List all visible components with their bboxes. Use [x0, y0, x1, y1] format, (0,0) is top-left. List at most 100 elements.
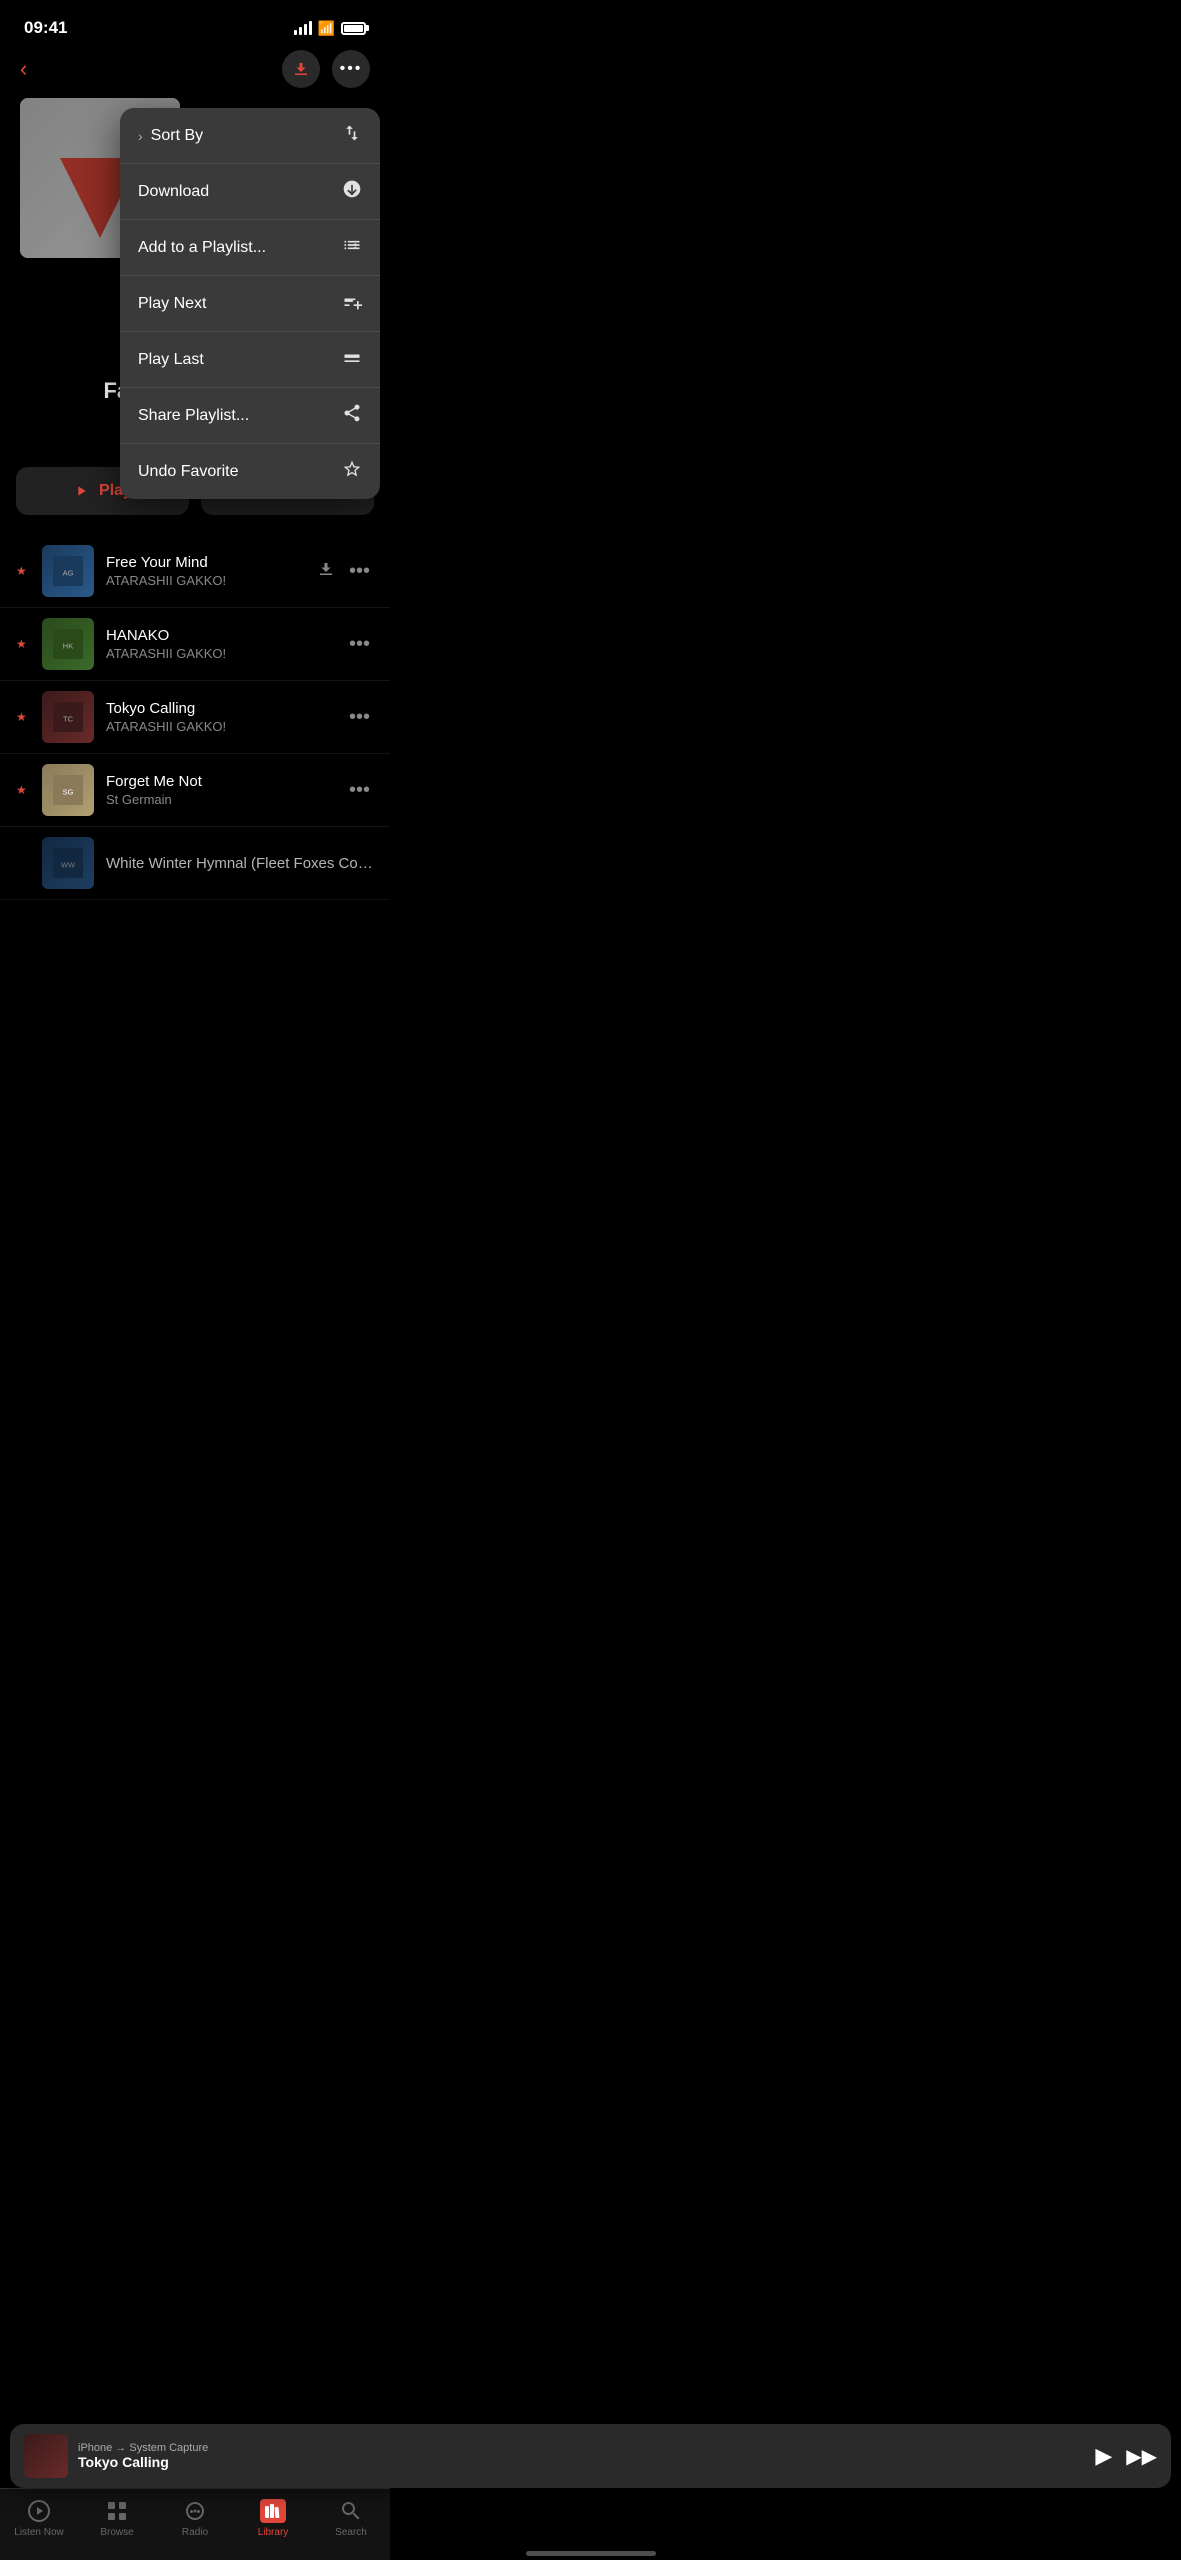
song-thumbnail: AG [42, 545, 94, 597]
song-artist: ATARASHII GAKKO! [106, 573, 305, 588]
song-thumbnail: TC [42, 691, 94, 743]
play-last-icon [342, 347, 362, 372]
song-actions: ••• [317, 556, 374, 587]
share-icon [342, 403, 362, 428]
menu-item-sort-by[interactable]: › Sort By [120, 108, 380, 164]
list-item[interactable]: ★ SG Forget Me Not St Germain ••• [0, 754, 390, 827]
main-content: › Sort By Download Add to a Playlist... [0, 98, 390, 358]
song-artist: St Germain [106, 792, 333, 807]
sort-by-label: › Sort By [138, 127, 203, 145]
menu-item-undo-favorite[interactable]: Undo Favorite [120, 444, 380, 499]
svg-text:HK: HK [63, 642, 73, 651]
menu-item-add-playlist[interactable]: Add to a Playlist... [120, 220, 380, 276]
song-title: Forget Me Not [106, 773, 333, 790]
list-item[interactable]: ★ TC Tokyo Calling ATARASHII GAKKO! ••• [0, 681, 390, 754]
song-actions: ••• [345, 775, 374, 806]
now-playing-thumbnail [24, 2434, 68, 2478]
now-playing-info: iPhone → System Capture Tokyo Calling [78, 2442, 1085, 2470]
download-label: Download [138, 183, 209, 201]
svg-text:AG: AG [63, 569, 74, 578]
download-icon [292, 60, 310, 78]
now-playing-forward-button[interactable]: ▶▶ [1126, 2444, 1157, 2469]
status-icons: 📶 [294, 20, 366, 37]
song-actions: ••• [345, 702, 374, 733]
nav-actions: ••• [282, 50, 370, 88]
svg-text:SG: SG [63, 788, 74, 797]
chevron-right-icon: › [138, 128, 143, 144]
menu-item-play-last[interactable]: Play Last [120, 332, 380, 388]
status-time: 09:41 [24, 18, 67, 38]
favorite-star-icon: ★ [16, 564, 30, 578]
tab-library[interactable]: Library [234, 2499, 312, 2538]
song-artist: ATARASHII GAKKO! [106, 646, 333, 661]
list-item[interactable]: ★ AG Free Your Mind ATARASHII GAKKO! ••• [0, 535, 390, 608]
svg-text:TC: TC [63, 715, 74, 724]
song-title: Tokyo Calling [106, 700, 333, 717]
tab-search[interactable]: Search [312, 2499, 390, 2538]
song-list: ★ AG Free Your Mind ATARASHII GAKKO! •••… [0, 535, 390, 900]
more-button[interactable]: ••• [332, 50, 370, 88]
song-info: Tokyo Calling ATARASHII GAKKO! [106, 700, 333, 734]
undo-favorite-label: Undo Favorite [138, 463, 239, 481]
song-more-button[interactable]: ••• [345, 556, 374, 587]
song-info: Free Your Mind ATARASHII GAKKO! [106, 554, 305, 588]
song-thumbnail: HK [42, 618, 94, 670]
svg-text:WW: WW [61, 861, 76, 870]
song-thumbnail: WW [42, 837, 94, 889]
favorite-star-icon: ★ [16, 637, 30, 651]
search-icon [339, 2499, 363, 2523]
home-indicator [526, 2551, 656, 2556]
top-nav: ‹ ••• [0, 50, 390, 98]
add-playlist-icon [342, 235, 362, 260]
tab-listen-now-label: Listen Now [14, 2527, 63, 2538]
play-next-icon [342, 291, 362, 316]
now-playing-subtitle: iPhone → System Capture [78, 2442, 1085, 2454]
play-last-label: Play Last [138, 351, 204, 369]
download-circle-icon [342, 179, 362, 204]
song-more-button[interactable]: ••• [345, 775, 374, 806]
tab-search-label: Search [335, 2527, 367, 2538]
song-more-button[interactable]: ••• [345, 702, 374, 733]
listen-now-icon [27, 2499, 51, 2523]
status-bar: 09:41 📶 [0, 0, 390, 50]
list-item[interactable]: ★ WW White Winter Hymnal (Fleet Foxes Co… [0, 827, 390, 900]
tab-listen-now[interactable]: Listen Now [0, 2499, 78, 2538]
menu-item-share-playlist[interactable]: Share Playlist... [120, 388, 380, 444]
song-title: HANAKO [106, 627, 333, 644]
tab-browse[interactable]: Browse [78, 2499, 156, 2538]
song-artist: ATARASHII GAKKO! [106, 719, 333, 734]
now-playing-play-button[interactable]: ▶ [1095, 2443, 1112, 2469]
more-icon: ••• [340, 60, 363, 78]
add-playlist-label: Add to a Playlist... [138, 239, 266, 257]
menu-item-download[interactable]: Download [120, 164, 380, 220]
now-playing-title: Tokyo Calling [78, 2454, 1085, 2470]
tab-bar: Listen Now Browse Radio Library Search [0, 2488, 390, 2560]
now-playing-bar[interactable]: iPhone → System Capture Tokyo Calling ▶ … [10, 2424, 1171, 2488]
song-title: White Winter Hymnal (Fleet Foxes Cover) [106, 855, 374, 872]
song-thumbnail: SG [42, 764, 94, 816]
song-actions: ••• [345, 629, 374, 660]
tab-browse-label: Browse [100, 2527, 133, 2538]
signal-bars-icon [294, 21, 312, 35]
song-more-button[interactable]: ••• [345, 629, 374, 660]
sort-arrows-icon [342, 123, 362, 148]
favorite-star-placeholder: ★ [16, 856, 30, 870]
download-song-icon[interactable] [317, 560, 335, 583]
menu-item-play-next[interactable]: Play Next [120, 276, 380, 332]
tab-radio-label: Radio [182, 2527, 208, 2538]
library-icon [260, 2499, 286, 2523]
song-info: HANAKO ATARASHII GAKKO! [106, 627, 333, 661]
now-playing-controls: ▶ ▶▶ [1095, 2443, 1157, 2469]
wifi-icon: 📶 [318, 20, 335, 37]
play-icon [73, 483, 89, 499]
browse-icon [105, 2499, 129, 2523]
song-info: White Winter Hymnal (Fleet Foxes Cover) [106, 855, 374, 872]
tab-radio[interactable]: Radio [156, 2499, 234, 2538]
radio-icon [183, 2499, 207, 2523]
list-item[interactable]: ★ HK HANAKO ATARASHII GAKKO! ••• [0, 608, 390, 681]
favorite-star-icon: ★ [16, 783, 30, 797]
play-next-label: Play Next [138, 295, 206, 313]
download-button[interactable] [282, 50, 320, 88]
star-outline-icon [342, 459, 362, 484]
back-button[interactable]: ‹ [20, 56, 27, 82]
